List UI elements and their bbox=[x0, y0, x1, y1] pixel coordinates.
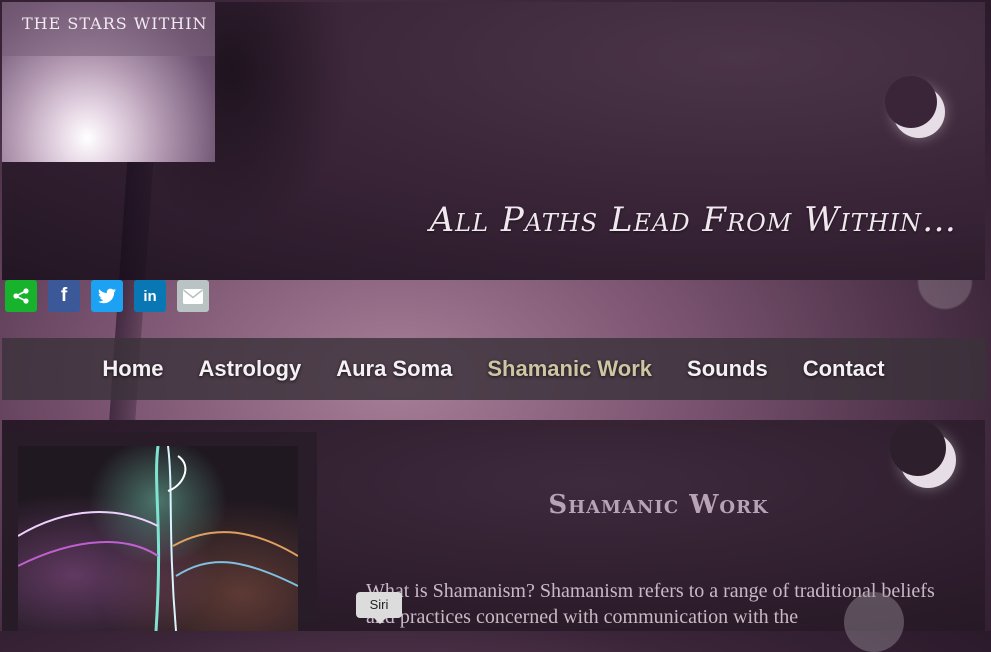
site-logo[interactable]: THE STARS WITHIN bbox=[2, 2, 215, 162]
nav-item-contact[interactable]: Contact bbox=[803, 356, 885, 382]
facebook-icon: f bbox=[60, 285, 68, 306]
email-share-button[interactable] bbox=[177, 280, 209, 312]
content-area: Shamanic Work What is Shamanism? Shamani… bbox=[2, 420, 985, 631]
share-button[interactable] bbox=[5, 280, 37, 312]
scroll-to-top-button[interactable] bbox=[844, 592, 904, 652]
page-title: Shamanic Work bbox=[548, 490, 769, 520]
site-tagline: All Paths Lead From Within… bbox=[429, 200, 957, 240]
linkedin-share-button[interactable]: in bbox=[134, 280, 166, 312]
main-navigation: Home Astrology Aura Soma Shamanic Work S… bbox=[2, 338, 985, 400]
twitter-share-button[interactable] bbox=[91, 280, 123, 312]
nav-item-aura-soma[interactable]: Aura Soma bbox=[336, 356, 452, 382]
linkedin-icon: in bbox=[143, 287, 157, 305]
twitter-icon bbox=[98, 288, 116, 304]
nav-item-shamanic-work[interactable]: Shamanic Work bbox=[487, 356, 652, 382]
share-bar: f in bbox=[5, 280, 209, 312]
nav-item-sounds[interactable]: Sounds bbox=[687, 356, 768, 382]
shamanic-artwork-image bbox=[18, 446, 298, 631]
nav-item-home[interactable]: Home bbox=[102, 356, 163, 382]
logo-title: THE STARS WITHIN bbox=[22, 14, 208, 33]
facebook-share-button[interactable]: f bbox=[48, 280, 80, 312]
crescent-moon-icon bbox=[885, 76, 945, 138]
logo-title-bar: THE STARS WITHIN bbox=[2, 2, 215, 56]
siri-tooltip: Siri bbox=[356, 592, 402, 624]
crescent-moon-icon bbox=[890, 420, 956, 488]
nav-item-astrology[interactable]: Astrology bbox=[199, 356, 302, 382]
envelope-icon bbox=[183, 288, 203, 304]
share-icon bbox=[13, 288, 29, 304]
